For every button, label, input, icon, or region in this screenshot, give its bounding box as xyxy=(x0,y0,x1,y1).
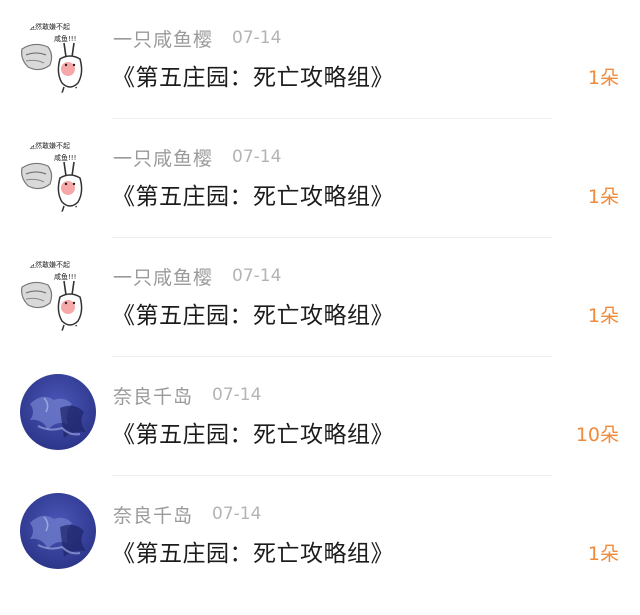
flower-count: 1朵 xyxy=(587,67,619,89)
date: 07-14 xyxy=(232,28,282,48)
sticker-caption: 虽然敢嫌不起 xyxy=(28,22,70,31)
flower-count: 10朵 xyxy=(575,424,619,446)
avatar[interactable]: 虽然敢嫌不起 咸鱼!!! xyxy=(20,136,96,212)
sticker-caption: 虽然敢嫌不起 xyxy=(28,260,70,269)
username[interactable]: 奈良千岛 xyxy=(113,382,193,409)
item-meta: 一只咸鱼樱 07-14 xyxy=(113,143,281,171)
list-item[interactable]: 虽然敢嫌不起 咸鱼!!! 一只咸鱼樱 07-14 《第五庄园：死亡攻略组》 1朵 xyxy=(0,119,640,238)
list-item[interactable]: 奈良千岛 07-14 《第五庄园：死亡攻略组》 1朵 xyxy=(0,476,640,595)
sticker-caption: 虽然敢嫌不起 xyxy=(28,141,70,150)
artwork-avatar-icon xyxy=(20,493,96,569)
date: 07-14 xyxy=(232,147,282,167)
sticker-caption: 咸鱼!!! xyxy=(54,34,76,43)
avatar[interactable] xyxy=(20,493,96,569)
meme-sticker-icon: 虽然敢嫌不起 咸鱼!!! xyxy=(20,17,96,93)
date: 07-14 xyxy=(212,504,262,524)
flower-count: 1朵 xyxy=(587,305,619,327)
flower-count: 1朵 xyxy=(587,543,619,565)
book-title[interactable]: 《第五庄园：死亡攻略组》 xyxy=(112,58,394,92)
book-title[interactable]: 《第五庄园：死亡攻略组》 xyxy=(112,415,394,449)
avatar[interactable]: 虽然敢嫌不起 咸鱼!!! xyxy=(20,17,96,93)
artwork-avatar-icon xyxy=(20,374,96,450)
book-title[interactable]: 《第五庄园：死亡攻略组》 xyxy=(112,534,394,568)
date: 07-14 xyxy=(212,385,262,405)
list-item[interactable]: 虽然敢嫌不起 咸鱼!!! 一只咸鱼樱 07-14 《第五庄园：死亡攻略组》 1朵 xyxy=(0,238,640,357)
sticker-caption: 咸鱼!!! xyxy=(54,153,76,162)
list-item[interactable]: 虽然敢嫌不起 咸鱼!!! 一只咸鱼樱 07-14 《第五庄园：死亡攻略组》 1朵 xyxy=(0,0,640,119)
meme-sticker-icon: 虽然敢嫌不起 咸鱼!!! xyxy=(20,255,96,331)
reward-list: 虽然敢嫌不起 咸鱼!!! 一只咸鱼樱 07-14 《第五庄园：死亡攻略组》 1朵 xyxy=(0,0,640,615)
flower-count: 1朵 xyxy=(587,186,619,208)
username[interactable]: 奈良千岛 xyxy=(113,501,193,528)
sticker-caption: 咸鱼!!! xyxy=(54,272,76,281)
item-meta: 一只咸鱼樱 07-14 xyxy=(113,262,281,290)
username[interactable]: 一只咸鱼樱 xyxy=(113,263,213,290)
book-title[interactable]: 《第五庄园：死亡攻略组》 xyxy=(112,296,394,330)
username[interactable]: 一只咸鱼樱 xyxy=(113,25,213,52)
item-meta: 奈良千岛 07-14 xyxy=(113,500,261,528)
list-item[interactable]: 奈良千岛 07-14 《第五庄园：死亡攻略组》 10朵 xyxy=(0,357,640,476)
meme-sticker-icon: 虽然敢嫌不起 咸鱼!!! xyxy=(20,136,96,212)
item-meta: 一只咸鱼樱 07-14 xyxy=(113,24,281,52)
avatar[interactable]: 虽然敢嫌不起 咸鱼!!! xyxy=(20,255,96,331)
book-title[interactable]: 《第五庄园：死亡攻略组》 xyxy=(112,177,394,211)
date: 07-14 xyxy=(232,266,282,286)
item-meta: 奈良千岛 07-14 xyxy=(113,381,261,409)
avatar[interactable] xyxy=(20,374,96,450)
username[interactable]: 一只咸鱼樱 xyxy=(113,144,213,171)
